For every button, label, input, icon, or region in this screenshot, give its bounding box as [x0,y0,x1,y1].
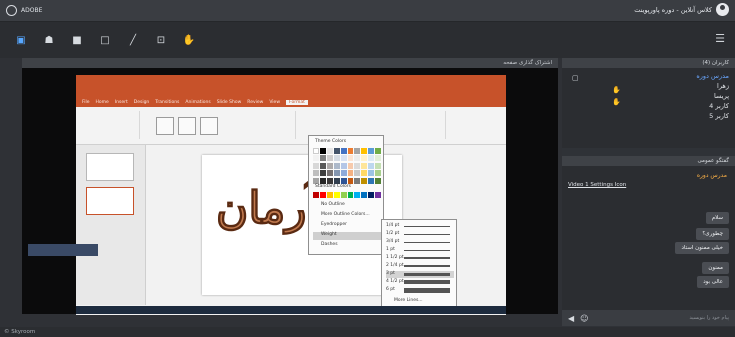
send-icon[interactable]: ◀ [568,314,574,323]
ppt-tab[interactable]: Animations [185,100,210,105]
whiteboard-icon[interactable]: □ [98,33,112,47]
weight-option[interactable]: 2 1/4 pt [386,263,454,270]
hamburger-icon[interactable]: ☰ [715,32,725,45]
outline-color-popup: Theme Colors Standard Colors No Outline … [308,135,384,255]
ppt-title-bar [76,75,506,97]
user-item[interactable]: مدرس دوره [696,72,729,80]
brand-label: ADOBE [21,7,43,14]
right-sidebar: کاربران (4) مدرس دوره زهرا پریسا کاربر 4… [562,58,735,327]
ribbon-group [80,111,140,139]
weight-option[interactable]: 1/4 pt [386,223,454,230]
main-toolbar: ▣ ☗ ■ □ ╱ ⊡ ✋ ☰ [0,22,735,58]
shared-screen: File Home Insert Design Transitions Anim… [22,68,558,315]
slide-thumbnails [76,145,146,305]
chat-message: سلام [705,212,729,224]
slide-thumbnail-selected[interactable] [86,187,134,215]
stage-header-label: اشتراک گذاری صفحه [503,60,552,66]
no-outline-item[interactable]: No Outline [313,202,381,210]
ppt-tab[interactable]: Transitions [155,100,179,105]
more-outline-colors-item[interactable]: More Outline Colors... [313,212,381,220]
ppt-tab[interactable]: Home [96,100,109,105]
weight-option[interactable]: 1 pt [386,247,454,254]
footer: © Skyroom [0,327,735,337]
ppt-tab[interactable]: Format [286,99,308,105]
chat-message: چطوری؟ [696,228,729,240]
user-item[interactable]: کاربر 5 [709,112,729,120]
eyedropper-item[interactable]: Eyedropper [313,222,381,230]
app-window: ADOBE کلاس آنلاین - دوره پاورپوینت ▣ ☗ ■… [0,0,735,337]
standard-colors-label: Standard Colors [315,184,351,189]
ppt-ribbon-tabs: File Home Insert Design Transitions Anim… [76,97,506,107]
ppt-tab[interactable]: Slide Show [217,100,242,105]
chat-panel-title: گفتگو عمومی [697,158,729,164]
stage-header: اشتراک گذاری صفحه [22,58,558,68]
ribbon-group [226,111,296,139]
share-screen-icon[interactable]: ▣ [14,33,28,47]
user-item[interactable]: زهرا [717,82,729,90]
chat-sender-name: مدرس دوره [696,172,727,179]
shape-style-button[interactable] [156,117,174,135]
title-bar: ADOBE کلاس آنلاین - دوره پاورپوینت [0,0,735,22]
slide-thumbnail[interactable] [86,153,134,181]
weight-option[interactable]: 6 pt [386,287,454,294]
weight-submenu: 1/4 pt 1/2 pt 3/4 pt 1 pt 1 1/2 pt 2 1/4… [381,219,457,311]
user-item[interactable]: پریسا [714,92,729,100]
ribbon-group [396,111,446,139]
chat-input-bar[interactable]: ◀ ☺ پیام خود را بنویسید [562,310,735,326]
user-item[interactable]: کاربر 4 [709,102,729,110]
ppt-tab[interactable]: Insert [115,100,128,105]
chat-message: خیلی ممنون استاد [675,242,729,254]
chat-message: عالی بود [697,276,729,288]
hand-raise-icon: ✋ [612,98,621,106]
logo-icon [6,5,17,16]
shape-style-button[interactable] [178,117,196,135]
emoji-icon[interactable]: ☺ [580,314,588,323]
weight-option[interactable]: 4 1/2 pt [386,279,454,286]
theme-color-grid[interactable] [313,148,381,184]
hand-icon[interactable]: ✋ [182,33,196,47]
standard-color-row[interactable] [313,192,381,198]
powerpoint-window: File Home Insert Design Transitions Anim… [76,75,506,315]
pen-icon[interactable]: ╱ [126,33,140,47]
wordart-text[interactable]: آرمان [216,183,322,235]
ppt-tab[interactable]: View [269,100,280,105]
camera-icon[interactable]: ■ [70,33,84,47]
speaker-icon: ▢ [572,74,579,82]
chat-link[interactable]: Video 1 Settings Icon [568,182,626,188]
more-lines-item[interactable]: More Lines... [386,298,454,305]
user-avatar-icon[interactable] [716,3,729,16]
weight-option-selected[interactable]: 3 pt [386,271,454,278]
file-icon[interactable]: ⊡ [154,33,168,47]
chat-input-placeholder: پیام خود را بنویسید [689,315,729,321]
ppt-tab[interactable]: Review [247,100,263,105]
weight-option[interactable]: 1 1/2 pt [386,255,454,262]
ppt-ribbon [76,107,506,145]
windows-taskbar [76,306,506,314]
users-panel-title: کاربران (4) [702,60,729,66]
users-panel-header: کاربران (4) [562,58,735,68]
room-title: کلاس آنلاین - دوره پاورپوینت [634,5,712,14]
hand-raise-icon: ✋ [612,86,621,94]
ppt-tab[interactable]: File [82,100,90,105]
ppt-tab[interactable]: Design [134,100,150,105]
theme-colors-label: Theme Colors [315,139,347,144]
shape-style-button[interactable] [200,117,218,135]
weight-option[interactable]: 3/4 pt [386,239,454,246]
dashes-item[interactable]: Dashes [313,242,381,250]
user-icon[interactable]: ☗ [42,33,56,47]
presenter-label [28,244,98,256]
chat-panel: مدرس دوره Video 1 Settings Icon سلام چطو… [562,166,735,326]
chat-panel-header: گفتگو عمومی [562,156,735,166]
users-list: مدرس دوره زهرا پریسا کاربر 4 کاربر 5 ▢ ✋… [562,68,735,148]
chat-message: ممنون [702,262,729,274]
weight-option[interactable]: 1/2 pt [386,231,454,238]
weight-item[interactable]: Weight [313,232,381,240]
